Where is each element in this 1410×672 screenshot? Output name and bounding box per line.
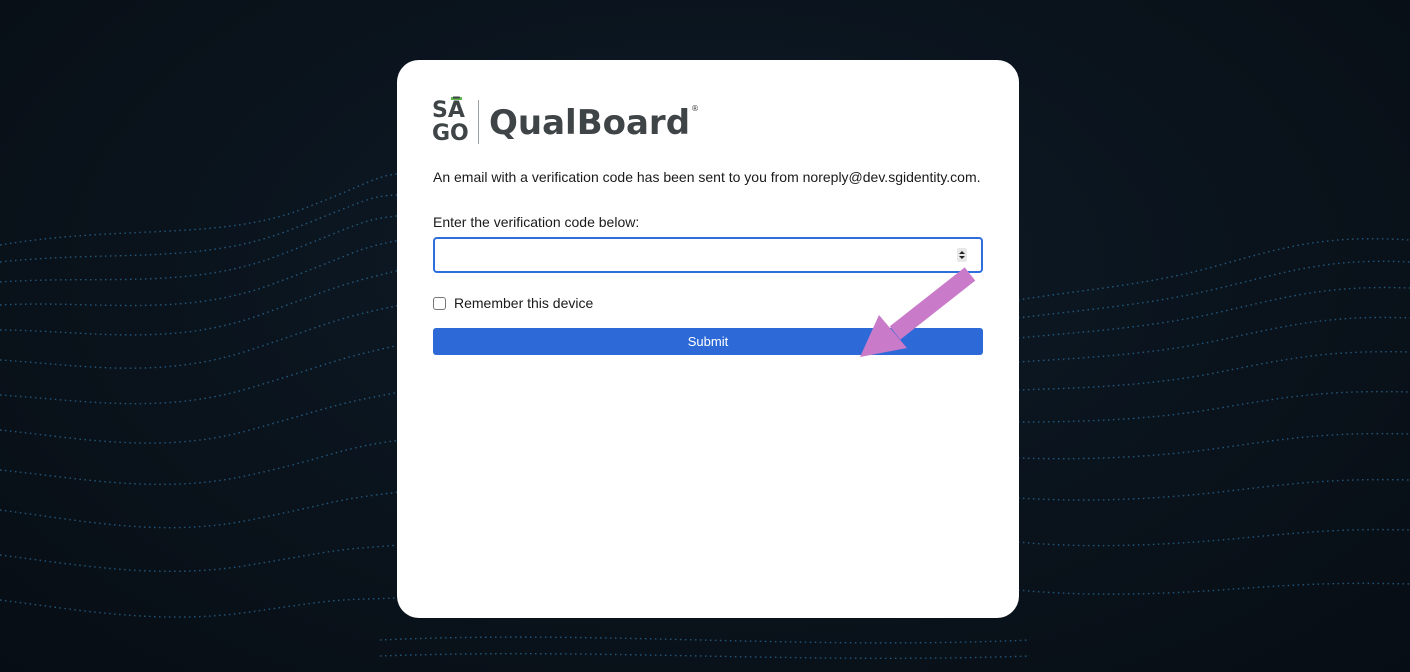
code-label: Enter the verification code below: [433,214,640,230]
sago-logo-bottom: GO [432,121,469,146]
logo-divider [478,100,479,144]
sago-logo-top: SĀ [432,98,465,123]
remember-device-row: Remember this device [433,295,593,311]
qualboard-logo: SĀ GO QualBoard ® [432,96,699,148]
verification-message: An email with a verification code has be… [433,169,981,185]
registered-mark: ® [691,103,700,113]
sago-logo-mark: SĀ GO [432,97,469,147]
remember-device-checkbox[interactable] [433,296,446,310]
remember-device-label[interactable]: Remember this device [454,295,593,311]
brand-name: QualBoard [489,103,691,143]
annotation-arrow-icon [860,267,976,357]
